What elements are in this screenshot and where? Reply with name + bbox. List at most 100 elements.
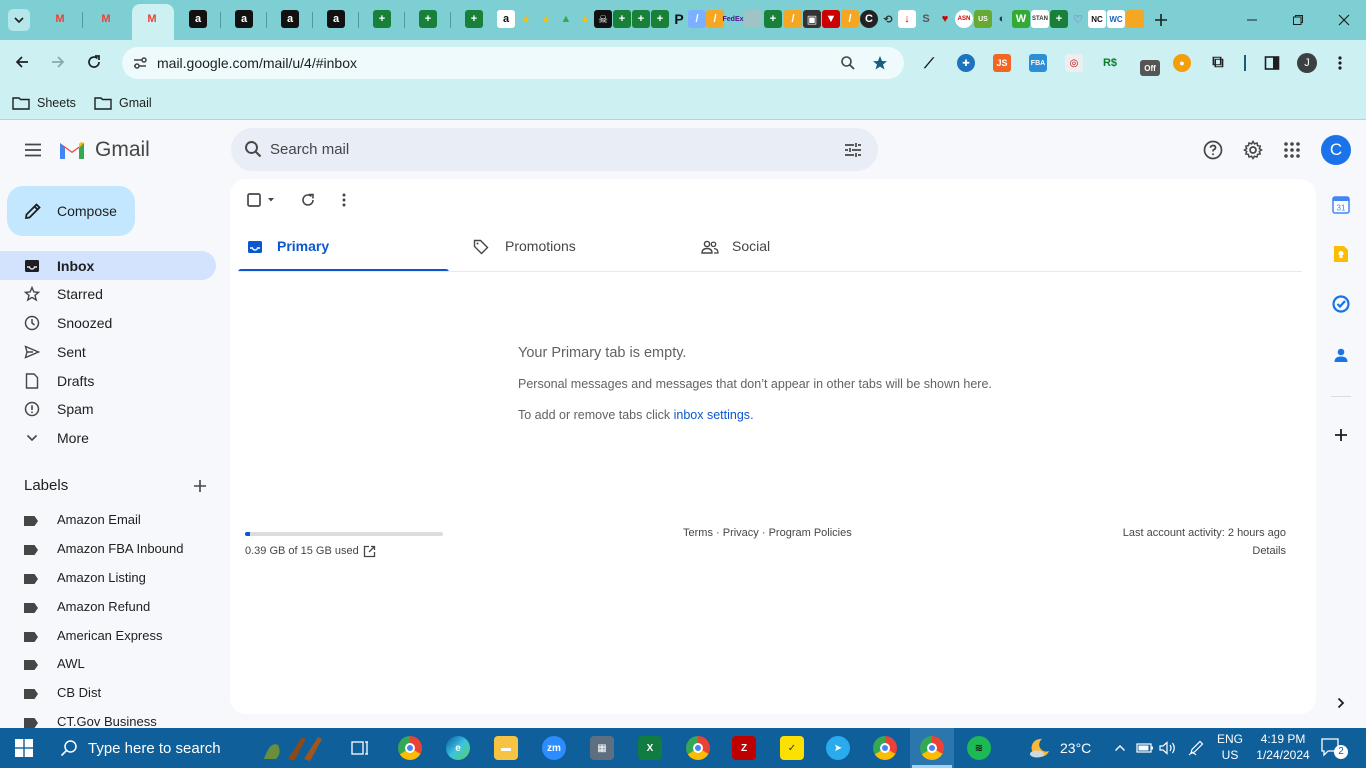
tab-sheets-favicon[interactable]: + — [419, 10, 437, 28]
gmail-logo[interactable]: Gmail — [58, 138, 150, 162]
privacy-link[interactable]: Privacy — [723, 527, 759, 539]
minimize-button[interactable] — [1230, 0, 1274, 40]
tab-primary[interactable]: Primary — [238, 225, 449, 272]
tab-amazon-favicon[interactable]: a — [189, 10, 207, 28]
tab-amazon-favicon[interactable]: a — [281, 10, 299, 28]
tab-fedex-favicon[interactable]: FedEx — [723, 10, 744, 28]
pen-icon[interactable] — [1186, 738, 1206, 758]
profile-avatar[interactable]: J — [1297, 53, 1317, 73]
tab-amazon-favicon[interactable]: a — [497, 10, 515, 28]
tab-site-favicon[interactable]: ASN — [955, 10, 973, 28]
tab-gmail-favicon[interactable]: M — [51, 10, 69, 28]
task-view-icon[interactable] — [348, 736, 372, 760]
extension-icon[interactable]: JS — [993, 54, 1011, 72]
taskbar-calculator-icon[interactable]: ▦ — [590, 736, 614, 760]
taskbar-chrome-icon[interactable] — [398, 736, 422, 760]
start-button[interactable] — [0, 728, 48, 768]
weather-widget[interactable]: 23°C — [1026, 733, 1096, 763]
tab-site-favicon[interactable]: ▼ — [822, 10, 840, 28]
notification-center-button[interactable]: 2 — [1320, 737, 1350, 761]
taskbar-search-box[interactable]: Type here to search — [48, 728, 348, 768]
inbox-settings-link[interactable]: inbox settings — [674, 408, 750, 422]
tab-sheets-favicon[interactable]: + — [613, 10, 631, 28]
close-window-button[interactable] — [1322, 0, 1366, 40]
extension-icon[interactable]: ✚ — [957, 54, 975, 72]
bookmark-gmail[interactable]: Gmail — [94, 92, 152, 114]
search-options-icon[interactable] — [839, 136, 867, 164]
tab-sheets-favicon[interactable]: + — [651, 10, 669, 28]
tab-social[interactable]: Social — [692, 225, 912, 272]
compose-button[interactable]: Compose — [7, 186, 135, 236]
program-policies-link[interactable]: Program Policies — [769, 527, 852, 539]
tab-site-favicon[interactable]: STAN — [1031, 10, 1049, 28]
tasks-app-icon[interactable] — [1329, 292, 1353, 316]
search-input[interactable]: Search mail — [270, 141, 349, 158]
contacts-app-icon[interactable] — [1329, 343, 1353, 367]
refresh-button[interactable] — [296, 188, 320, 212]
tab-drive-favicon[interactable]: ▲ — [517, 10, 535, 28]
side-panel-icon[interactable] — [1263, 54, 1281, 72]
tab-drive-favicon[interactable]: ▲ — [537, 10, 555, 28]
tab-gmail-favicon[interactable]: M — [97, 10, 115, 28]
label-item[interactable]: CT.Gov Business — [0, 708, 216, 728]
tab-site-favicon[interactable]: ☠ — [594, 10, 612, 28]
restore-button[interactable] — [1276, 0, 1320, 40]
tab-search-button[interactable] — [8, 9, 30, 31]
tab-history-favicon[interactable]: ⟲ — [879, 10, 897, 28]
help-icon[interactable] — [1198, 135, 1228, 165]
nav-item-starred[interactable]: Starred — [0, 279, 216, 308]
taskbar-chrome-profile-icon[interactable] — [686, 736, 710, 760]
select-all-checkbox[interactable] — [242, 188, 278, 212]
terms-link[interactable]: Terms — [683, 527, 713, 539]
tab-site-favicon[interactable]: / — [784, 10, 802, 28]
nav-item-drafts[interactable]: Drafts — [0, 366, 216, 395]
account-avatar[interactable]: C — [1321, 135, 1351, 165]
tab-site-favicon[interactable] — [1126, 10, 1144, 28]
tab-site-favicon[interactable]: ♥ — [936, 10, 954, 28]
search-bar[interactable]: Search mail — [231, 128, 878, 171]
nav-item-spam[interactable]: Spam — [0, 394, 216, 423]
taskbar-sticky-notes-icon[interactable]: ✓ — [780, 736, 804, 760]
label-item[interactable]: Amazon Refund — [0, 593, 216, 622]
nav-item-snoozed[interactable]: Snoozed — [0, 308, 216, 337]
keep-app-icon[interactable] — [1329, 242, 1353, 266]
create-label-button[interactable] — [188, 474, 212, 498]
nav-item-inbox[interactable]: Inbox — [0, 251, 216, 280]
extension-icon[interactable]: ⟋ — [920, 54, 938, 72]
manage-storage-link[interactable] — [361, 543, 377, 559]
tab-sheets-favicon[interactable]: + — [1050, 10, 1068, 28]
apps-grid-icon[interactable] — [1277, 135, 1307, 165]
show-side-panel-button[interactable] — [1331, 693, 1351, 713]
taskbar-zoom-icon[interactable]: zm — [542, 736, 566, 760]
tab-site-favicon[interactable]: / — [706, 10, 724, 28]
extension-icon[interactable]: FBA — [1029, 54, 1047, 72]
url-text[interactable]: mail.google.com/mail/u/4/#inbox — [157, 55, 357, 71]
address-bar[interactable]: mail.google.com/mail/u/4/#inbox — [122, 47, 904, 79]
label-item[interactable]: Amazon FBA Inbound — [0, 535, 216, 564]
new-tab-button[interactable] — [1150, 9, 1172, 31]
label-item[interactable]: Amazon Listing — [0, 564, 216, 593]
tab-site-favicon[interactable]: ▣ — [803, 10, 821, 28]
site-info-icon[interactable] — [128, 51, 152, 75]
show-hidden-icons-button[interactable] — [1111, 738, 1129, 758]
extension-icon[interactable]: Off — [1140, 60, 1160, 76]
more-options-button[interactable] — [332, 188, 356, 212]
battery-icon[interactable] — [1135, 738, 1155, 758]
tab-site-favicon[interactable]: WC — [1107, 10, 1125, 28]
activity-details-link[interactable]: Details — [1252, 545, 1286, 557]
browser-menu-icon[interactable] — [1331, 54, 1349, 72]
get-addons-button[interactable] — [1329, 423, 1353, 447]
tab-site-favicon[interactable]: ◐ — [993, 10, 1011, 28]
main-menu-button[interactable] — [18, 135, 48, 165]
calendar-app-icon[interactable]: 31 — [1329, 193, 1353, 217]
nav-item-sent[interactable]: Sent — [0, 337, 216, 366]
tab-promotions[interactable]: Promotions — [465, 225, 685, 272]
extensions-puzzle-icon[interactable]: ⧉ — [1209, 54, 1227, 72]
back-button[interactable] — [8, 47, 36, 77]
tab-site-favicon[interactable]: S — [917, 10, 935, 28]
taskbar-chrome-active-icon[interactable] — [920, 736, 944, 760]
tab-site-favicon[interactable]: W — [1012, 10, 1030, 28]
label-item[interactable]: American Express — [0, 622, 216, 651]
tab-amazon-favicon[interactable]: a — [235, 10, 253, 28]
tab-amazon-favicon[interactable]: a — [327, 10, 345, 28]
